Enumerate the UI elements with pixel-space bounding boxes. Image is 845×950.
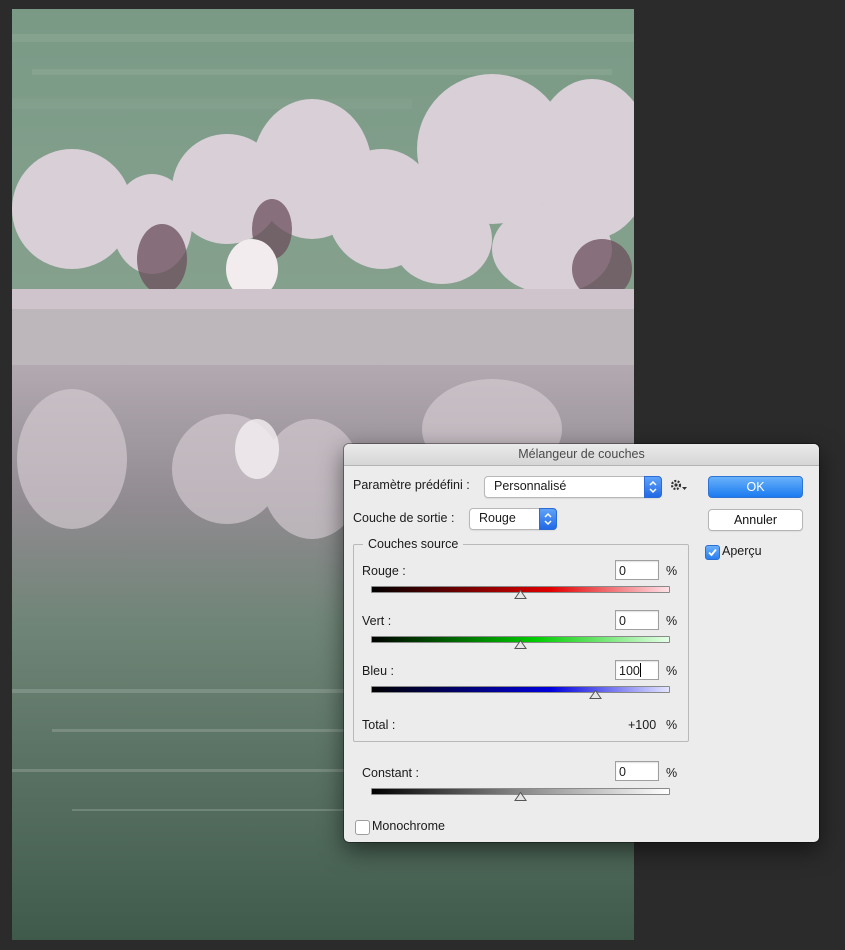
dialog-title[interactable]: Mélangeur de couches: [344, 444, 819, 466]
preview-label: Aperçu: [722, 544, 762, 558]
preset-dropdown[interactable]: Personnalisé: [484, 476, 662, 498]
total-label: Total :: [362, 718, 396, 732]
green-channel-unit: %: [666, 614, 678, 628]
output-channel-label: Couche de sortie :: [353, 511, 455, 525]
red-slider-thumb[interactable]: [514, 590, 527, 599]
gear-icon[interactable]: [670, 479, 688, 496]
total-unit: %: [666, 718, 678, 732]
blue-channel-input[interactable]: 100: [615, 660, 659, 680]
constant-label: Constant :: [362, 766, 419, 780]
blue-slider-thumb[interactable]: [589, 690, 602, 699]
green-slider-thumb[interactable]: [514, 640, 527, 649]
monochrome-checkbox[interactable]: [355, 820, 370, 835]
green-channel-label: Vert :: [362, 614, 392, 628]
preset-label: Paramètre prédéfini :: [353, 478, 470, 492]
red-channel-unit: %: [666, 564, 678, 578]
output-channel-value: Rouge: [479, 511, 516, 525]
monochrome-label: Monochrome: [372, 819, 445, 833]
blue-channel-value: 100: [619, 664, 640, 678]
output-channel-dropdown[interactable]: Rouge: [469, 508, 557, 530]
checkmark-icon: [708, 548, 717, 557]
constant-slider-thumb[interactable]: [514, 792, 527, 801]
updown-chevron-icon: [644, 476, 662, 498]
ok-button[interactable]: OK: [708, 476, 803, 498]
blue-channel-slider[interactable]: [371, 686, 670, 693]
source-channels-title: Couches source: [363, 537, 464, 551]
red-channel-label: Rouge :: [362, 564, 406, 578]
green-channel-input[interactable]: 0: [615, 610, 659, 630]
cancel-button[interactable]: Annuler: [708, 509, 803, 531]
updown-chevron-icon: [539, 508, 557, 530]
blue-channel-unit: %: [666, 664, 678, 678]
text-caret: [639, 663, 641, 677]
preview-checkbox[interactable]: [705, 545, 720, 560]
total-value: +100: [628, 718, 657, 732]
constant-unit: %: [666, 766, 678, 780]
channel-mixer-dialog: Mélangeur de couches Paramètre prédéfini…: [344, 444, 819, 842]
red-channel-input[interactable]: 0: [615, 560, 659, 580]
preset-value: Personnalisé: [494, 479, 567, 493]
blue-channel-label: Bleu :: [362, 664, 394, 678]
constant-input[interactable]: 0: [615, 761, 659, 781]
